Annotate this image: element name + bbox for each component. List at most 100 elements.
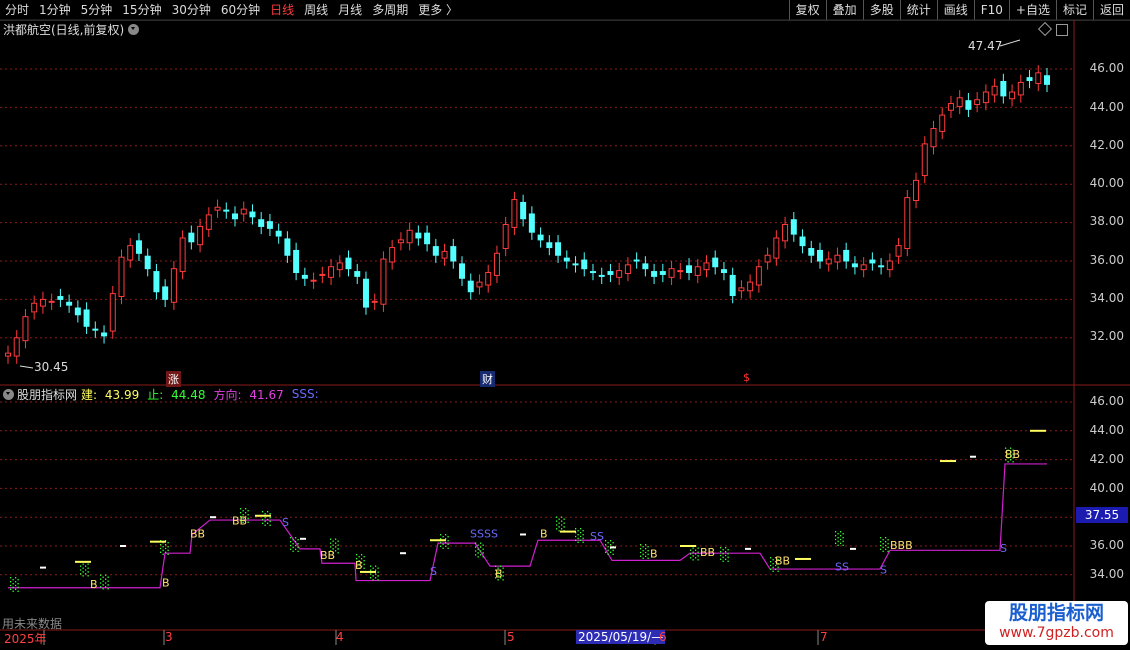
candle-body — [5, 352, 11, 357]
future-data-note: 用未来数据 — [2, 617, 63, 631]
candle-body — [642, 263, 649, 270]
low-pointer — [19, 365, 34, 369]
trade-signal-label: S — [282, 516, 289, 529]
candle-body — [974, 99, 981, 106]
trade-signal-label: B — [495, 568, 503, 581]
candle-body — [782, 224, 789, 242]
watermark-title: 股朋指标网 — [1008, 602, 1104, 624]
dir-label: 方向: 41.67 — [213, 386, 287, 403]
candle-body — [380, 258, 387, 305]
candle-body — [450, 246, 457, 262]
trade-signal-label: SSSS — [470, 527, 498, 540]
date-month-3: 3 — [165, 630, 173, 644]
candle-body — [109, 293, 116, 332]
candle-body — [485, 272, 492, 286]
date-month-5: 5 — [507, 630, 515, 644]
candle-body — [520, 201, 527, 220]
price-tick: 38.00 — [1089, 214, 1124, 228]
stop-label: 止: 44.48 — [147, 386, 209, 403]
price-tick: 34.00 — [1089, 291, 1124, 305]
candle-body — [895, 245, 902, 257]
candle-body — [432, 246, 439, 256]
candle-body — [694, 266, 701, 276]
candle-body — [197, 225, 204, 246]
candle-body — [860, 264, 867, 271]
candle-body — [205, 214, 212, 230]
candle-body — [48, 300, 55, 303]
signal-mark: ░ — [440, 533, 450, 550]
direction-line — [8, 463, 1047, 589]
candle-body — [39, 298, 46, 307]
candle-body — [808, 248, 815, 256]
signal-mark: ░ — [370, 565, 380, 582]
watermark-url: www.7gpzb.com — [999, 625, 1114, 641]
signal-mark: ░ — [690, 545, 700, 562]
candle-body — [790, 219, 797, 235]
candle-body — [616, 270, 623, 278]
trade-signal-label: BB — [190, 527, 205, 540]
trade-signal-label: BB — [775, 555, 790, 568]
candle-body — [764, 254, 771, 263]
candle-body — [563, 257, 570, 262]
signal-mark: ░ — [475, 542, 485, 559]
kline-chart[interactable]: ░░░░░░░░░░░░░░░░░░░░░░░BBBBBBSBBBSSSSSBB… — [0, 0, 1130, 650]
price-tick: 32.00 — [1089, 329, 1124, 343]
candle-body — [720, 269, 727, 274]
candle-body — [92, 328, 99, 331]
candle-body — [406, 229, 413, 244]
stop-value: 44.48 — [171, 387, 206, 402]
candle-body — [528, 213, 535, 233]
event-marker-finance[interactable]: 财 — [480, 371, 495, 387]
candle-body — [904, 197, 911, 250]
indicator-tick: 46.00 — [1089, 394, 1124, 408]
candle-body — [240, 208, 247, 215]
candle-body — [266, 221, 273, 229]
cursor-date: 2025/05/19/— — [576, 630, 666, 644]
signal-mark: ░ — [880, 536, 890, 553]
build-label-text: 建: — [81, 387, 98, 402]
price-tick: 44.00 — [1089, 100, 1124, 114]
chevron-down-icon[interactable] — [3, 388, 14, 400]
candle-body — [537, 234, 544, 241]
candle-body — [738, 287, 745, 292]
trade-signal-label: B — [650, 548, 658, 561]
watermark-logo: 股朋指标网 www.7gpzb.com — [985, 601, 1128, 645]
candle-body — [651, 271, 658, 277]
candle-body — [502, 224, 509, 250]
candle-body — [101, 332, 108, 337]
candle-body — [162, 286, 169, 300]
candle-body — [913, 179, 920, 202]
indicator-header: 股朋指标网 建: 43.99 止: 44.48 方向: 41.67 SSS: — [0, 386, 323, 402]
trade-signal-label: B — [162, 576, 170, 589]
candle-body — [153, 271, 160, 293]
candle-body — [301, 274, 308, 279]
signal-mark: ░ — [720, 546, 730, 563]
candle-body — [886, 260, 893, 271]
candle-body — [371, 300, 378, 303]
candle-body — [293, 249, 300, 274]
price-tick: 36.00 — [1089, 253, 1124, 267]
event-marker-dividend[interactable]: $ — [741, 371, 752, 384]
candle-body — [686, 265, 693, 274]
candle-body — [878, 265, 885, 268]
candle-body — [965, 100, 972, 110]
sss-label: SSS: — [291, 387, 319, 401]
indicator-tick: 36.00 — [1089, 538, 1124, 552]
candle-body — [930, 128, 937, 148]
trade-signal-label: BBB — [890, 539, 913, 552]
candle-body — [1026, 77, 1033, 82]
current-value-box: 37.55 — [1076, 507, 1128, 523]
candle-body — [755, 266, 762, 286]
trade-signal-label: BB — [1005, 448, 1020, 461]
candle-body — [1044, 75, 1050, 85]
candle-body — [319, 273, 326, 276]
candle-body — [179, 237, 186, 273]
signal-mark: ░ — [835, 530, 845, 547]
candle-body — [869, 259, 876, 264]
trade-signal-label: B — [355, 559, 363, 572]
candle-body — [345, 257, 352, 270]
trade-signal-label: BB — [320, 549, 335, 562]
signal-mark: ░ — [262, 510, 272, 527]
candle-body — [57, 296, 64, 300]
candle-body — [127, 245, 134, 261]
